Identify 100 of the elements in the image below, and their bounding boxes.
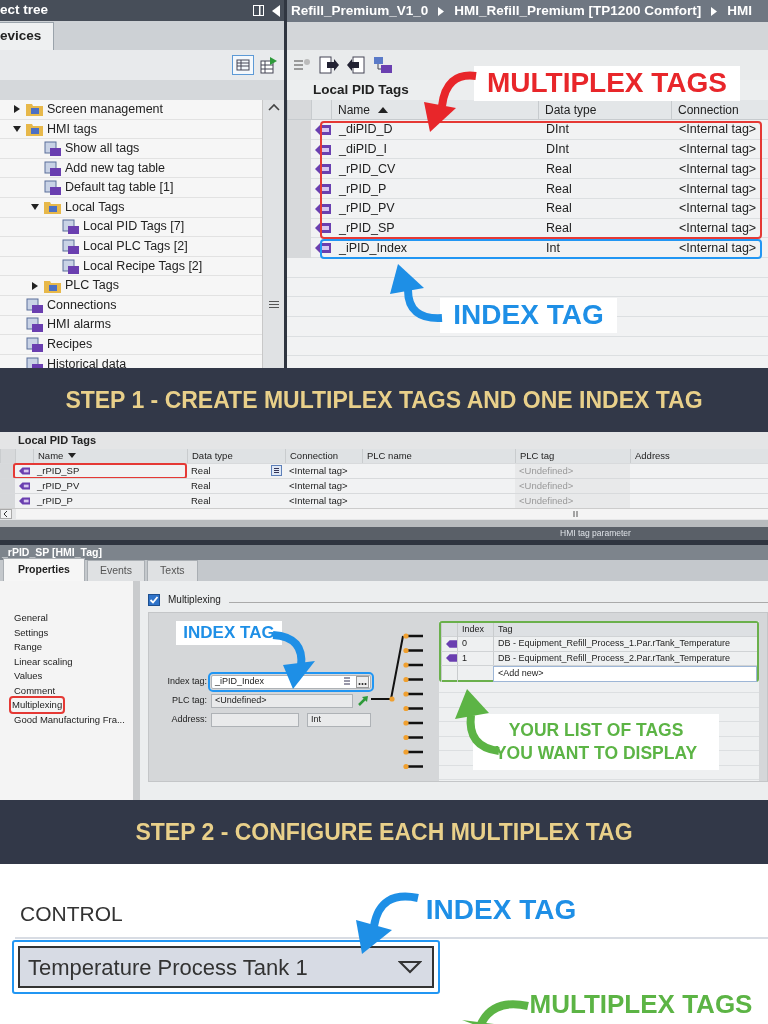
- tree-item[interactable]: Local Recipe Tags [2]: [0, 256, 262, 277]
- tag-icon: [19, 465, 30, 476]
- table-cell-text: <Internal tag>: [678, 141, 758, 159]
- dropdown[interactable]: Temperature Process Tank 1: [18, 946, 434, 988]
- add-new-cell[interactable]: <Add new>: [493, 666, 757, 682]
- input-field: Int: [307, 713, 371, 727]
- table-cell-text: <Internal tag>: [288, 463, 349, 478]
- tree-item[interactable]: Show all tags: [0, 139, 262, 159]
- table-cell: <Undefined>: [515, 478, 630, 493]
- table-cell-text: _iPID_Index: [338, 239, 409, 257]
- import-icon[interactable]: [347, 56, 365, 74]
- table-icon: [26, 317, 43, 333]
- list-picker-icon[interactable]: [271, 465, 282, 477]
- column-header[interactable]: Name: [33, 448, 187, 463]
- tag-icon: [315, 223, 331, 234]
- caret-icon: [398, 960, 422, 974]
- table-cell-text: <Internal tag>: [678, 219, 758, 237]
- tree-item[interactable]: PLC Tags: [0, 276, 262, 296]
- scroll-grip-icon[interactable]: [573, 511, 578, 518]
- tag-icon: [315, 144, 331, 155]
- row-header: [287, 120, 311, 140]
- tree-item[interactable]: Add new tag table: [0, 158, 262, 179]
- tab[interactable]: Events: [86, 560, 146, 581]
- tree-item[interactable]: Local PLC Tags [2]: [0, 237, 262, 257]
- field-label: Address:: [170, 713, 207, 727]
- tab[interactable]: Properties: [3, 558, 85, 581]
- table-cell-text: _rPID_PV: [36, 478, 81, 493]
- table-cell-text: Int: [545, 239, 561, 257]
- column-header[interactable]: PLC tag: [515, 448, 630, 463]
- folder-icon: [44, 200, 61, 215]
- panel-layout-icon[interactable]: [253, 5, 264, 16]
- tree-item[interactable]: Recipes: [0, 335, 262, 355]
- panel-tab[interactable]: evices: [0, 21, 55, 50]
- nav-item[interactable]: Comment: [12, 683, 58, 698]
- nav-item[interactable]: Range: [12, 640, 44, 655]
- callout-text: INDEX TAG: [176, 621, 282, 645]
- sort-ascending-icon: [378, 106, 388, 113]
- list-icon[interactable]: [342, 676, 352, 686]
- expander-icon[interactable]: [30, 281, 40, 290]
- table-title: Local PID Tags: [313, 80, 409, 99]
- table-cell-text: _rPID_P: [36, 493, 74, 508]
- breadcrumb-item[interactable]: HMI_Refill_Premium [TP1200 Comfort]: [454, 0, 702, 22]
- export-table-icon[interactable]: [260, 56, 278, 74]
- nav-item[interactable]: Linear scaling: [12, 654, 75, 669]
- column-header[interactable]: Address: [630, 448, 768, 463]
- more-icon[interactable]: [356, 676, 369, 688]
- breadcrumb-item[interactable]: Refill_Premium_V1_0: [291, 0, 429, 22]
- banner-title: STEP 2 - CONFIGURE EACH MULTIPLEX TAG: [135, 817, 633, 847]
- field-label: Index tag:: [166, 675, 207, 689]
- column-header[interactable]: Tag: [493, 623, 757, 637]
- tag-icon: [446, 654, 457, 663]
- table-cell-text: <Internal tag>: [678, 180, 758, 198]
- collapse-icon[interactable]: [272, 4, 280, 17]
- checkbox-label: Multiplexing: [168, 593, 221, 607]
- table-cell: <Undefined>: [515, 493, 630, 508]
- expander-icon[interactable]: [12, 105, 22, 114]
- scroll-left-icon[interactable]: [0, 509, 12, 520]
- table-icon: [62, 258, 79, 274]
- tree-item[interactable]: Screen management: [0, 100, 262, 120]
- expander-icon[interactable]: [30, 203, 40, 212]
- folder-icon: [26, 102, 43, 117]
- input-field[interactable]: _iPID_Index: [211, 675, 371, 689]
- table-title: Local PID Tags: [17, 433, 98, 448]
- tree-item[interactable]: Default tag table [1]: [0, 178, 262, 198]
- expander-icon[interactable]: [12, 124, 22, 133]
- table-cell-text: <Internal tag>: [678, 200, 758, 218]
- column-header[interactable]: PLC name: [362, 448, 515, 463]
- tab[interactable]: Texts: [147, 560, 198, 581]
- tag-icon: [315, 124, 331, 135]
- column-header[interactable]: Connection: [285, 448, 362, 463]
- tree-item[interactable]: Local Tags: [0, 197, 262, 218]
- tree-item[interactable]: Connections: [0, 295, 262, 316]
- nav-item[interactable]: Values: [12, 669, 45, 684]
- table-cell-text: _rPID_P: [338, 180, 388, 198]
- folder-icon: [44, 278, 61, 293]
- tag-icon: [19, 495, 30, 506]
- column-header[interactable]: Index: [457, 623, 493, 637]
- folder-icon: [26, 121, 43, 136]
- table-cell-text: Real: [545, 160, 573, 178]
- field-label: PLC tag:: [170, 694, 207, 708]
- field-value: _iPID_Index: [215, 675, 265, 689]
- tag-icon: [19, 480, 30, 491]
- go-to-icon[interactable]: [357, 695, 369, 707]
- scroll-grip-icon[interactable]: [268, 301, 279, 308]
- export-icon[interactable]: [319, 56, 339, 74]
- nav-item[interactable]: Multiplexing: [9, 696, 66, 715]
- tree-item[interactable]: HMI tags: [0, 119, 262, 140]
- nav-item[interactable]: General: [12, 611, 50, 626]
- checkbox[interactable]: [148, 593, 160, 606]
- tree-item[interactable]: Local PID Tags [7]: [0, 217, 262, 238]
- tag-table-icon[interactable]: [373, 56, 393, 74]
- nav-item[interactable]: Settings: [12, 625, 51, 640]
- table-cell-text: Real: [190, 478, 212, 493]
- nav-item[interactable]: Good Manufacturing Fra...: [12, 712, 127, 727]
- breadcrumb-item[interactable]: HMI: [727, 0, 752, 22]
- details-view-icon[interactable]: [232, 55, 254, 75]
- scroll-up-icon[interactable]: [267, 103, 280, 111]
- table-cell-text: _rPID_SP: [338, 219, 396, 237]
- column-header[interactable]: Data type: [187, 448, 285, 463]
- tree-item[interactable]: HMI alarms: [0, 315, 262, 336]
